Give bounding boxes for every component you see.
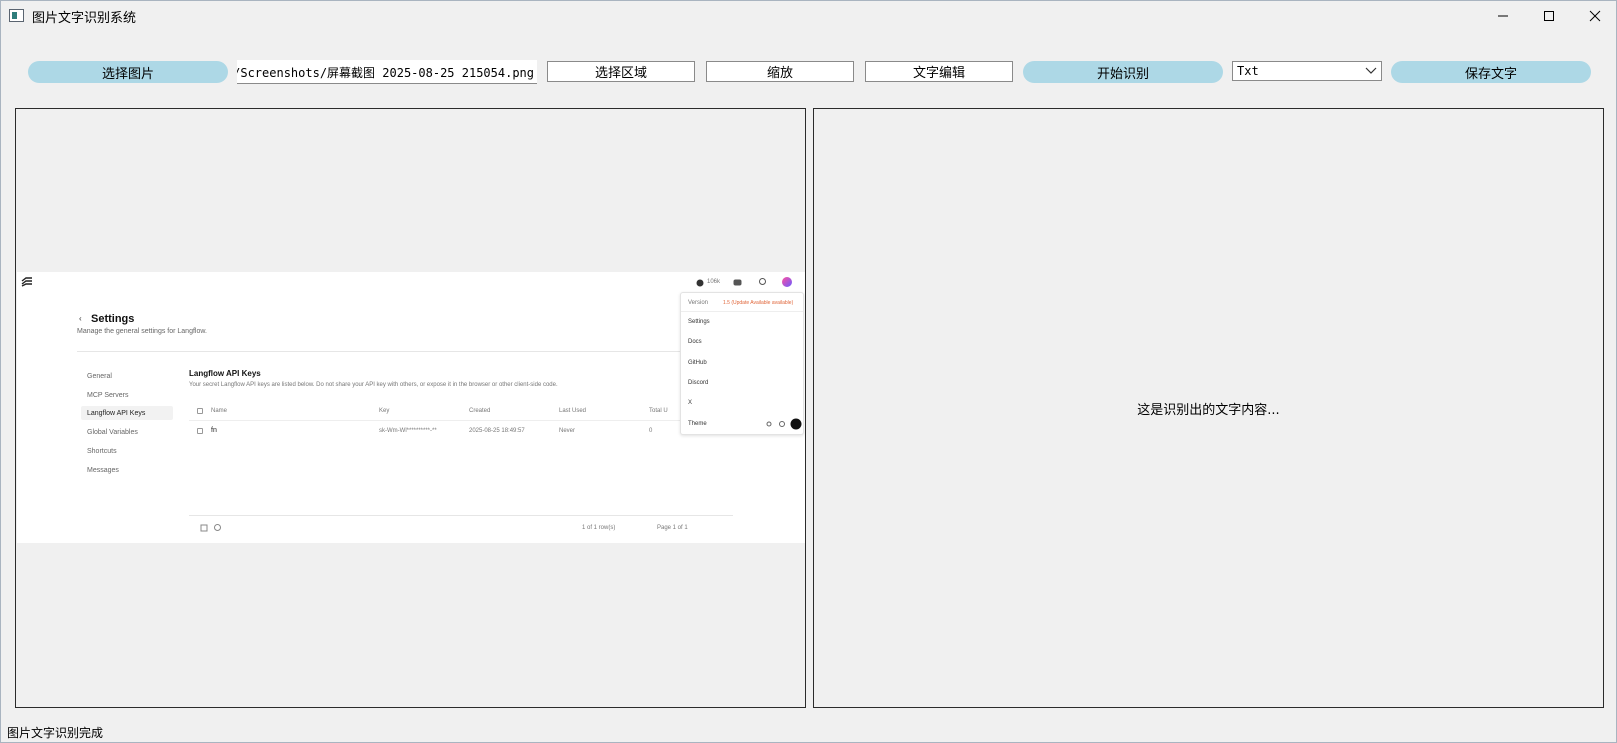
theme-light-icon (766, 421, 772, 427)
app-icon (9, 9, 24, 22)
nav-item-global-variables: Global Variables (87, 429, 138, 436)
select-all-checkbox (197, 408, 203, 414)
row-created: 2025-08-25 18:49:57 (469, 428, 525, 434)
theme-system-icon (790, 418, 802, 430)
nav-item-messages: Messages (87, 467, 119, 474)
format-select[interactable]: Txt (1232, 61, 1382, 81)
nav-item-shortcuts: Shortcuts (87, 448, 117, 455)
title-bar: 图片文字识别系统 (1, 1, 1616, 31)
select-region-button[interactable]: 选择区域 (547, 61, 695, 82)
nav-item-general: General (87, 373, 112, 380)
row-name: fn (211, 427, 217, 434)
text-edit-button[interactable]: 文字编辑 (865, 61, 1013, 82)
page-title: Settings (91, 313, 135, 325)
menu-item-x: X (688, 400, 693, 406)
maximize-icon (1544, 11, 1554, 21)
nav-item-mcp-servers: MCP Servers (87, 392, 129, 399)
discord-icon (733, 279, 742, 286)
langflow-logo-icon (21, 277, 32, 287)
col-key: Key (379, 408, 390, 414)
table-header-divider (189, 420, 733, 421)
back-chevron-icon: ‹ (79, 314, 82, 323)
divider (77, 351, 733, 352)
close-icon (1589, 10, 1601, 22)
github-stars: 106k (707, 279, 721, 285)
minimize-button[interactable] (1480, 1, 1526, 31)
row-checkbox (197, 428, 203, 434)
trash-icon (200, 524, 208, 532)
chevron-down-icon (1365, 67, 1377, 74)
select-image-button[interactable]: 选择图片 (28, 61, 228, 83)
file-path-text: ctures/Screenshots/屏幕截图 2025-08-25 21505… (237, 66, 534, 80)
menu-version-value: 1.5 (Update Available available) (723, 300, 794, 306)
zoom-button[interactable]: 缩放 (706, 61, 854, 82)
menu-divider (681, 311, 803, 312)
col-name: Name (211, 408, 228, 414)
result-text: 这是识别出的文字内容... (1137, 402, 1280, 418)
close-button[interactable] (1572, 1, 1617, 31)
image-preview-panel[interactable]: 106k ‹ Settings Manage the general setti… (15, 108, 806, 708)
menu-version-label: Version (688, 300, 709, 306)
menu-item-settings: Settings (688, 319, 710, 325)
app-window: 图片文字识别系统 选择图片 ctures/Screenshots/屏幕截图 20… (0, 0, 1617, 743)
row-key: sk-Wm-Wl**********-** (379, 428, 437, 434)
format-selected-value: Txt (1237, 64, 1259, 78)
section-description: Your secret Langflow API keys are listed… (189, 382, 558, 388)
row-count: 1 of 1 row(s) (582, 525, 616, 531)
preview-image: 106k ‹ Settings Manage the general setti… (17, 272, 805, 543)
refresh-icon (214, 524, 221, 531)
maximize-button[interactable] (1526, 1, 1572, 31)
file-path-field[interactable]: ctures/Screenshots/屏幕截图 2025-08-25 21505… (237, 60, 537, 84)
col-total-uses: Total U (649, 408, 668, 414)
menu-item-discord: Discord (688, 380, 709, 386)
section-title: Langflow API Keys (189, 369, 261, 378)
start-ocr-button[interactable]: 开始识别 (1023, 61, 1223, 83)
status-bar-text: 图片文字识别完成 (7, 726, 104, 740)
result-text-panel[interactable]: 这是识别出的文字内容... (813, 108, 1604, 708)
row-last-used: Never (559, 428, 576, 434)
theme-dark-icon (779, 421, 785, 427)
avatar (782, 277, 792, 287)
menu-item-theme: Theme (688, 421, 707, 427)
footer-divider (189, 515, 733, 516)
menu-item-github: GitHub (688, 360, 707, 366)
minimize-icon (1498, 15, 1508, 17)
window-title: 图片文字识别系统 (32, 11, 137, 26)
menu-item-docs: Docs (688, 339, 702, 345)
user-menu: Version 1.5 (Update Available available)… (680, 292, 804, 435)
page-indicator: Page 1 of 1 (657, 525, 688, 531)
col-last-used: Last Used (559, 408, 587, 414)
nav-item-api-keys: Langflow API Keys (87, 410, 146, 417)
github-icon (696, 279, 704, 287)
save-text-button[interactable]: 保存文字 (1391, 61, 1591, 83)
page-subtitle: Manage the general settings for Langflow… (77, 328, 207, 335)
col-created: Created (469, 408, 491, 414)
row-total-uses: 0 (649, 428, 653, 434)
notification-icon (759, 278, 766, 285)
